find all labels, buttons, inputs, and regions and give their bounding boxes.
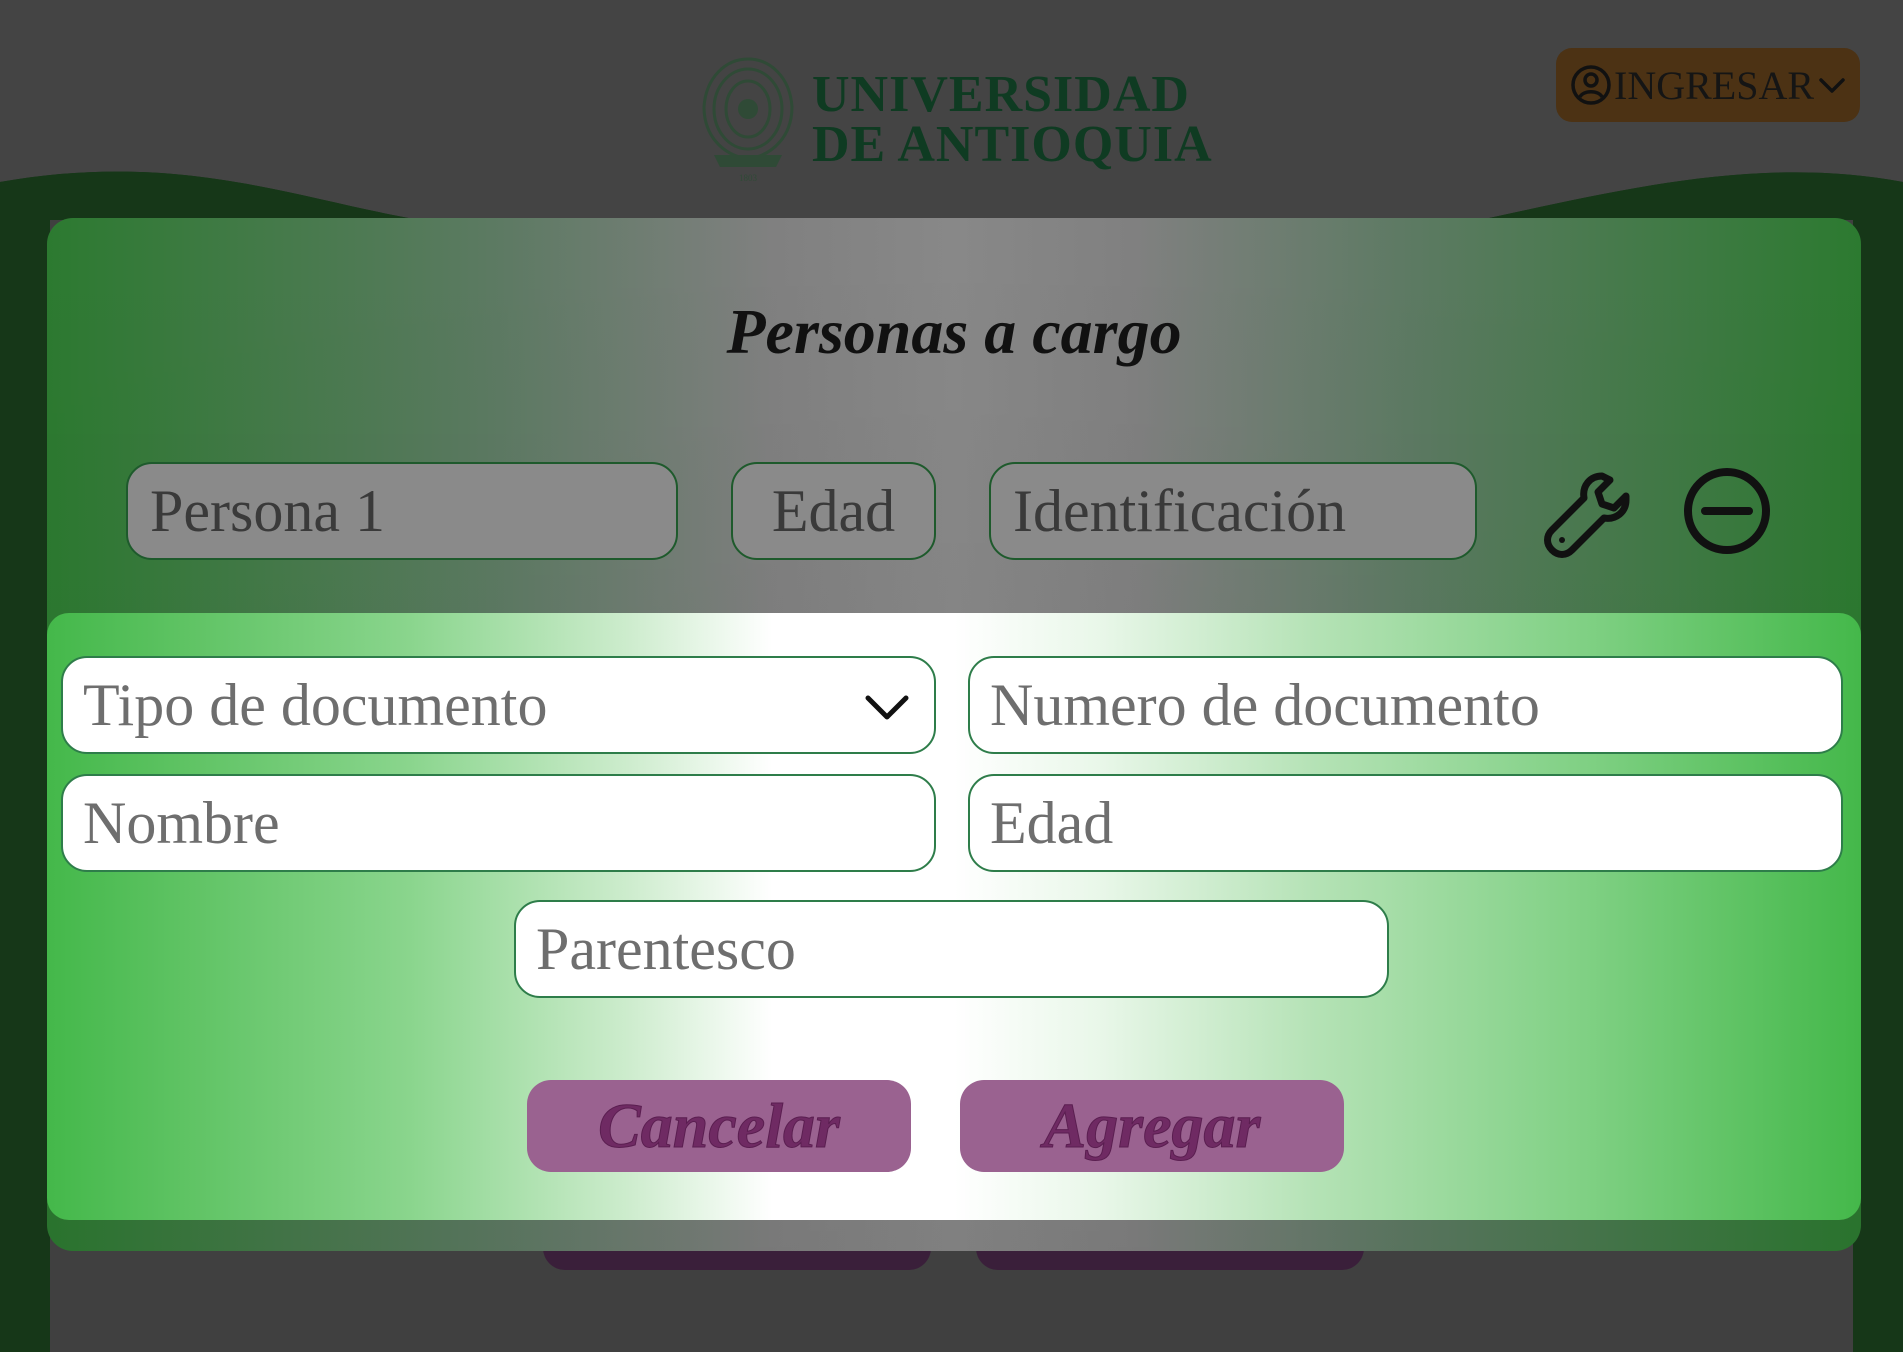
dependent-name-field[interactable]: Persona 1 — [126, 462, 678, 560]
university-logo[interactable]: 1803 UNIVERSIDAD DE ANTIOQUIA — [700, 52, 1213, 187]
user-circle-icon — [1571, 65, 1611, 105]
age-input[interactable]: Edad — [968, 774, 1843, 872]
university-seal-icon: 1803 — [702, 56, 794, 183]
login-label: INGRESAR — [1614, 62, 1815, 108]
login-button[interactable]: INGRESAR — [1556, 48, 1860, 122]
chevron-down-icon — [865, 695, 909, 720]
cancel-button[interactable]: Cancelar — [527, 1080, 911, 1172]
dependent-id-field[interactable]: Identificación — [989, 462, 1477, 560]
logo-line-2: DE ANTIOQUIA — [812, 115, 1213, 173]
remove-circle-icon[interactable] — [1682, 466, 1772, 556]
name-input[interactable]: Nombre — [61, 774, 936, 872]
relationship-input[interactable]: Parentesco — [514, 900, 1389, 998]
modal-title: Personas a cargo — [726, 296, 1182, 367]
dependent-age-field[interactable]: Edad — [731, 462, 936, 560]
document-number-input[interactable]: Numero de documento — [968, 656, 1843, 754]
document-type-select[interactable]: Tipo de documento — [61, 656, 936, 754]
logo-line-1: UNIVERSIDAD — [812, 65, 1190, 123]
chevron-down-icon — [1819, 78, 1845, 93]
university-name: UNIVERSIDAD DE ANTIOQUIA — [812, 65, 1213, 173]
logo-year: 1803 — [739, 173, 758, 183]
wrench-icon[interactable] — [1540, 466, 1636, 562]
add-button[interactable]: Agregar — [960, 1080, 1344, 1172]
document-type-placeholder: Tipo de documento — [83, 671, 548, 738]
